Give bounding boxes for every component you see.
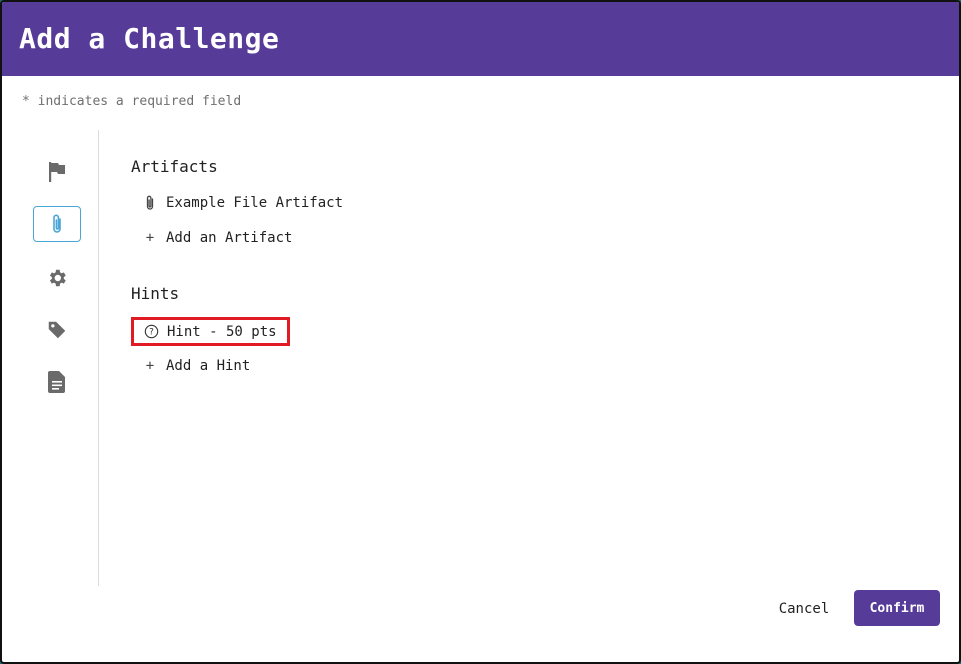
modal-header: Add a Challenge — [2, 2, 959, 76]
tag-icon — [46, 319, 68, 341]
hints-heading: Hints — [131, 284, 180, 303]
paperclip-icon — [50, 213, 64, 235]
svg-text:?: ? — [149, 328, 154, 338]
add-hint-label: Add a Hint — [166, 358, 251, 374]
sidebar-item-settings[interactable] — [33, 260, 81, 296]
sidebar-item-files[interactable] — [33, 364, 81, 400]
sidebar-item-flag[interactable] — [33, 154, 81, 190]
required-field-note: * indicates a required field — [22, 94, 242, 109]
plus-icon: + — [145, 358, 155, 374]
hint-label: Hint - 50 pts — [167, 323, 277, 340]
modal-title: Add a Challenge — [19, 22, 280, 55]
sidebar-item-tags[interactable] — [33, 312, 81, 348]
sidebar-item-attachments[interactable] — [33, 206, 81, 242]
artifacts-heading: Artifacts — [131, 157, 218, 176]
artifact-label: Example File Artifact — [166, 195, 344, 211]
add-hint-link[interactable]: + Add a Hint — [143, 358, 251, 374]
sidebar-nav — [2, 130, 99, 586]
cancel-button[interactable]: Cancel — [768, 594, 840, 624]
document-icon — [47, 370, 67, 394]
plus-icon: + — [145, 230, 155, 246]
question-circle-icon: ? — [144, 324, 159, 339]
add-artifact-link[interactable]: + Add an Artifact — [143, 230, 293, 246]
paperclip-icon — [143, 195, 157, 210]
confirm-button[interactable]: Confirm — [854, 590, 940, 626]
artifact-item[interactable]: Example File Artifact — [143, 195, 343, 211]
flag-icon — [47, 161, 67, 183]
add-artifact-label: Add an Artifact — [166, 230, 293, 246]
hint-item[interactable]: ? Hint - 50 pts — [131, 317, 290, 346]
gear-icon — [46, 267, 68, 289]
add-challenge-modal: Add a Challenge * indicates a required f… — [0, 0, 961, 664]
